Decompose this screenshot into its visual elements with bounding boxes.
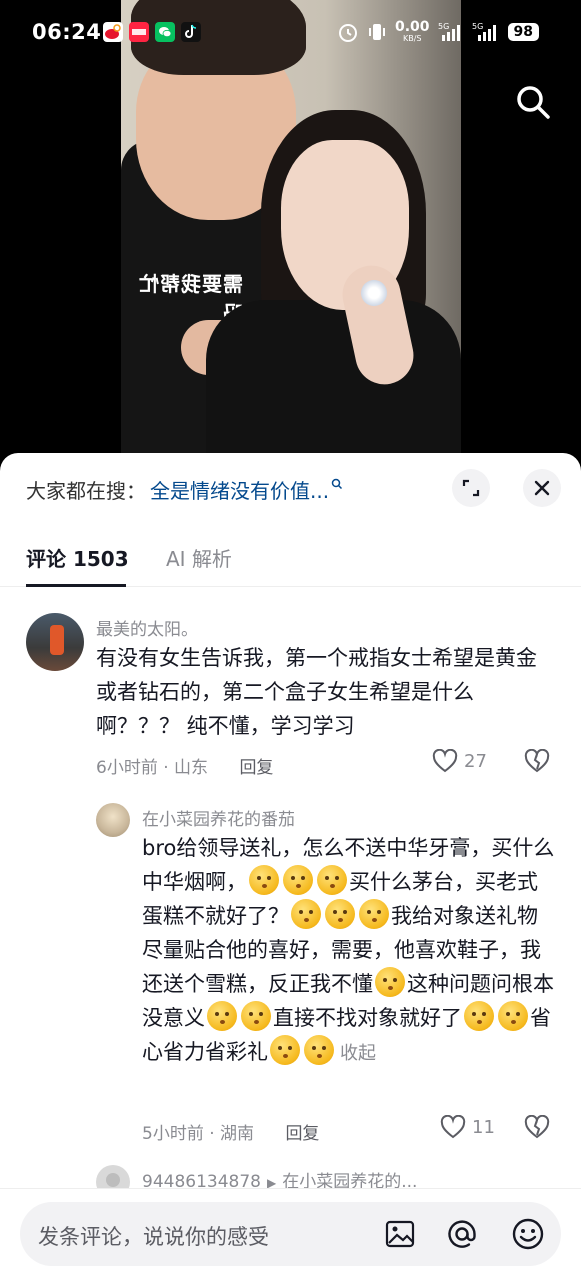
thinking-emoji-icon [283, 865, 313, 895]
broken-heart-icon [524, 1114, 550, 1139]
ring-image [361, 280, 387, 306]
signal-5g-icon-2: 5G [472, 22, 496, 41]
comment-meta: 5小时前 · 湖南 回复 [142, 1119, 319, 1144]
svg-text:5G: 5G [472, 22, 483, 31]
notification-icons [103, 22, 201, 42]
expand-button[interactable] [452, 469, 490, 507]
thinking-emoji-icon [270, 1035, 300, 1065]
status-bar: 06:24 0.00 KB/S 5G 5G 98 [0, 0, 581, 62]
vibrate-icon [368, 24, 385, 40]
comment-input-bar: 发条评论，说说你的感受 [0, 1188, 581, 1280]
thinking-emoji-icon [291, 899, 321, 929]
thinking-emoji-icon [317, 865, 347, 895]
comment-meta: 6小时前 · 山东 回复 [96, 753, 273, 778]
douyin-icon [181, 22, 201, 42]
expand-icon [462, 479, 480, 497]
comment-username[interactable]: 最美的太阳。 [96, 615, 198, 640]
alarm-icon [338, 24, 357, 42]
like-button[interactable]: 11 [440, 1115, 495, 1139]
comment-username[interactable]: 在小菜园养花的番茄 [142, 805, 295, 830]
avatar[interactable] [26, 613, 84, 671]
weibo-icon [103, 22, 123, 42]
heart-icon [440, 1115, 466, 1139]
reply-button[interactable]: 回复 [239, 758, 273, 778]
battery-indicator: 98 [507, 23, 539, 41]
heart-icon [432, 749, 458, 773]
reply-button[interactable]: 回复 [285, 1124, 319, 1144]
comment-input-placeholder: 发条评论，说说你的感受 [38, 1225, 269, 1249]
collapse-button[interactable]: 收起 [340, 1043, 376, 1064]
thinking-emoji-icon [464, 1001, 494, 1031]
thinking-emoji-icon [498, 1001, 528, 1031]
broken-heart-icon [524, 748, 550, 773]
emoji-icon[interactable] [510, 1216, 546, 1252]
comment-sheet: 大家都在搜： 全是情绪没有价值... 评论 1503 AI 解析 最美的太阳。 … [0, 453, 581, 1280]
comment-tabs: 评论 1503 AI 解析 [0, 535, 581, 587]
thinking-emoji-icon [241, 1001, 271, 1031]
dislike-button[interactable] [524, 748, 550, 777]
search-small-icon [331, 478, 343, 494]
comment-text: bro给领导送礼，怎么不送中华牙膏，买什么中华烟啊， 买什么茅台，买老式蛋糕不就好… [142, 836, 555, 1065]
tab-ai-analysis[interactable]: AI 解析 [166, 543, 232, 572]
network-speed: 0.00 KB/S [394, 19, 430, 43]
signal-5g-icon: 5G [438, 22, 460, 41]
active-tab-indicator [26, 584, 126, 587]
video-player[interactable]: 需要我帮忙吗 [121, 0, 461, 470]
tab-comments[interactable]: 评论 1503 [26, 543, 129, 572]
mention-icon[interactable] [444, 1216, 480, 1252]
clock: 06:24 [32, 20, 102, 44]
thinking-emoji-icon [325, 899, 355, 929]
thinking-emoji-icon [249, 865, 279, 895]
thinking-emoji-icon [304, 1035, 334, 1065]
svg-text:5G: 5G [438, 22, 449, 31]
comment-input[interactable]: 发条评论，说说你的感受 [20, 1202, 561, 1266]
comment-text: 有没有女生告诉我，第一个戒指女士希望是黄金或者钻石的，第二个盒子女生希望是什么啊… [96, 646, 537, 738]
avatar[interactable] [96, 803, 130, 837]
search-suggestion-label: 大家都在搜： [26, 479, 146, 503]
xiaohongshu-icon [129, 22, 149, 42]
like-count: 27 [464, 750, 487, 772]
wechat-icon [155, 22, 175, 42]
search-suggestion[interactable]: 大家都在搜： 全是情绪没有价值... [26, 475, 343, 504]
search-icon[interactable] [513, 82, 553, 122]
dislike-button[interactable] [524, 1114, 550, 1143]
thinking-emoji-icon [375, 967, 405, 997]
search-suggestion-query[interactable]: 全是情绪没有价值... [150, 475, 329, 504]
system-indicators: 0.00 KB/S 5G 5G 98 [337, 20, 539, 44]
comment-time-location: 6小时前 · 山东 [96, 758, 209, 778]
close-icon [534, 480, 550, 496]
close-button[interactable] [523, 469, 561, 507]
thinking-emoji-icon [359, 899, 389, 929]
thinking-emoji-icon [207, 1001, 237, 1031]
image-icon[interactable] [382, 1216, 418, 1252]
like-button[interactable]: 27 [432, 749, 487, 773]
like-count: 11 [472, 1116, 495, 1138]
comment-time-location: 5小时前 · 湖南 [142, 1124, 255, 1144]
